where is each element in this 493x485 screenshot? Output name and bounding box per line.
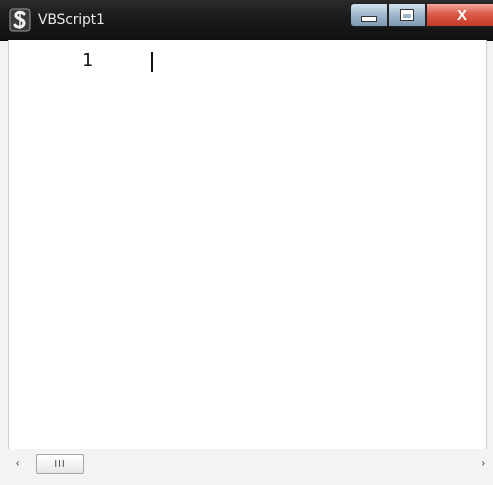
minimize-icon [361, 16, 377, 22]
horizontal-scrollbar[interactable]: ‹ III › [8, 452, 485, 478]
title-bar[interactable]: VBScript1 X [0, 0, 493, 41]
scroll-right-arrow-icon[interactable]: › [482, 458, 485, 469]
code-editor[interactable]: 1 [8, 40, 487, 449]
window-title: VBScript1 [38, 12, 105, 28]
text-caret [151, 52, 153, 72]
maximize-icon [400, 9, 414, 21]
minimize-button[interactable] [350, 3, 388, 27]
close-icon: X [456, 6, 467, 24]
maximize-button[interactable] [388, 3, 426, 27]
scrollbar-thumb[interactable]: III [36, 454, 84, 474]
vbscript-s-icon[interactable] [8, 8, 32, 32]
vbscript-window: VBScript1 X 1 ‹ III › [0, 0, 493, 485]
caption-buttons: X [350, 3, 493, 29]
line-number: 1 [82, 50, 93, 71]
grip-icon: III [54, 458, 66, 470]
close-button[interactable]: X [426, 3, 493, 27]
scroll-left-arrow-icon[interactable]: ‹ [16, 458, 19, 469]
